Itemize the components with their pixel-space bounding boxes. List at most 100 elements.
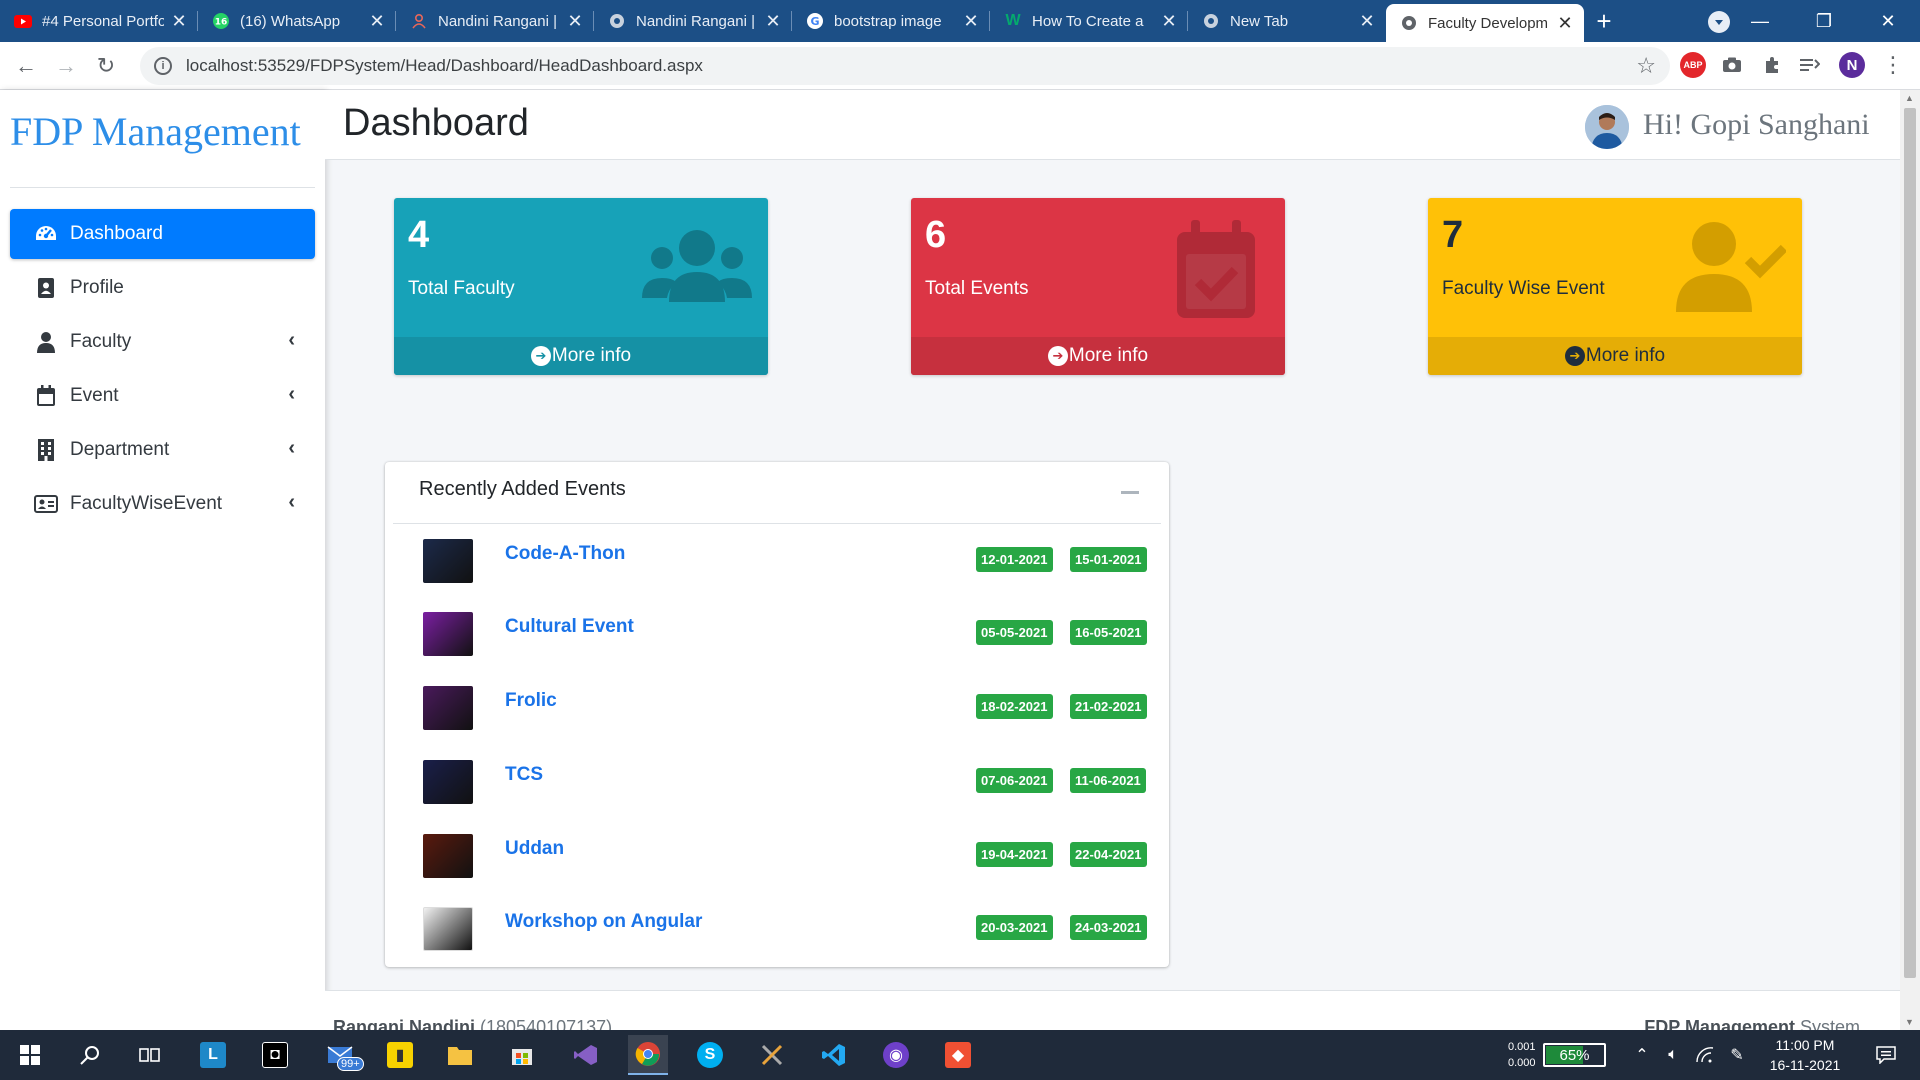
tools-icon[interactable] <box>752 1035 792 1075</box>
close-tab-icon[interactable]: ✕ <box>962 11 980 32</box>
scroll-up-icon[interactable]: ▲ <box>1905 93 1914 103</box>
browser-tab[interactable]: 16 (16) WhatsApp ✕ <box>198 0 396 42</box>
close-tab-icon[interactable]: ✕ <box>1556 13 1574 34</box>
browser-tab[interactable]: New Tab ✕ <box>1188 0 1386 42</box>
close-tab-icon[interactable]: ✕ <box>368 11 386 32</box>
profile-avatar[interactable]: N <box>1839 52 1865 78</box>
event-thumbnail <box>423 834 473 878</box>
close-tab-icon[interactable]: ✕ <box>566 11 584 32</box>
event-thumbnail <box>423 612 473 656</box>
sticky-notes-icon[interactable]: ▮ <box>380 1035 420 1075</box>
event-thumbnail <box>423 907 473 951</box>
end-date-badge: 24-03-2021 <box>1070 915 1147 940</box>
browser-menu-icon[interactable]: ⋮ <box>1880 52 1906 78</box>
sidebar-item-event[interactable]: Event ‹ <box>10 371 315 421</box>
stat-label: Faculty Wise Event <box>1442 278 1605 299</box>
tab-title: Nandini Rangani | <box>636 12 755 30</box>
browser-tab[interactable]: Nandini Rangani | ✕ <box>396 0 594 42</box>
end-date-badge: 21-02-2021 <box>1070 694 1147 719</box>
forward-icon[interactable]: → <box>46 46 86 86</box>
file-explorer-icon[interactable] <box>440 1035 480 1075</box>
mail-icon[interactable]: 99+ <box>322 1035 364 1075</box>
github-desktop-icon[interactable]: ◉ <box>876 1035 916 1075</box>
list-item: Workshop on Angular 20-03-2021 24-03-202… <box>385 907 1169 967</box>
adblock-icon[interactable]: ABP <box>1680 52 1706 78</box>
new-tab-button[interactable]: + <box>1584 0 1624 42</box>
event-name-link[interactable]: Cultural Event <box>505 616 634 638</box>
chevron-left-icon: ‹ <box>288 383 295 405</box>
reload-icon[interactable]: ↻ <box>86 46 126 86</box>
event-name-link[interactable]: TCS <box>505 764 543 786</box>
vscode-icon[interactable] <box>814 1035 854 1075</box>
google-icon: G <box>806 12 824 30</box>
user-greeting: Hi! Gopi Sanghani <box>1643 108 1870 141</box>
close-tab-icon[interactable]: ✕ <box>1358 11 1376 32</box>
chevron-left-icon: ‹ <box>288 491 295 513</box>
user-avatar[interactable] <box>1585 105 1629 149</box>
skype-icon[interactable]: S <box>690 1035 730 1075</box>
event-thumbnail <box>423 760 473 804</box>
event-name-link[interactable]: Workshop on Angular <box>505 911 702 933</box>
sidebar-item-faculty[interactable]: Faculty ‹ <box>10 317 315 367</box>
extensions-puzzle-icon[interactable] <box>1759 52 1785 78</box>
scroll-down-icon[interactable]: ▼ <box>1905 1017 1914 1027</box>
chevron-up-icon[interactable]: ⌃ <box>1630 1035 1654 1075</box>
notification-center-icon[interactable] <box>1866 1035 1906 1075</box>
git-icon[interactable]: ◆ <box>938 1035 978 1075</box>
page-scrollbar[interactable]: ▲ ▼ <box>1900 90 1920 1030</box>
brand-logo[interactable]: FDP Management <box>10 108 301 155</box>
start-date-badge: 20-03-2021 <box>976 915 1053 940</box>
tab-title: New Tab <box>1230 12 1289 30</box>
launcher-l-icon[interactable]: L <box>193 1035 233 1075</box>
chevron-left-icon: ‹ <box>288 437 295 459</box>
volume-icon[interactable]: 🔈︎ <box>1660 1035 1686 1075</box>
browser-tab[interactable]: W How To Create a ✕ <box>990 0 1188 42</box>
scrollbar-thumb[interactable] <box>1904 108 1916 978</box>
chrome-icon[interactable] <box>628 1035 668 1075</box>
close-tab-icon[interactable]: ✕ <box>764 11 782 32</box>
reading-list-icon[interactable] <box>1797 52 1823 78</box>
close-tab-icon[interactable]: ✕ <box>1160 11 1178 32</box>
bookmark-star-icon[interactable]: ☆ <box>1636 53 1656 79</box>
media-app-icon[interactable]: ◘ <box>255 1035 295 1075</box>
restore-icon[interactable]: ❐ <box>1792 11 1856 32</box>
visual-studio-icon[interactable] <box>566 1035 606 1075</box>
tab-search-icon[interactable] <box>1708 11 1730 33</box>
event-name-link[interactable]: Frolic <box>505 690 557 712</box>
store-icon[interactable] <box>502 1035 542 1075</box>
sidebar-item-facultywiseevent[interactable]: FacultyWiseEvent ‹ <box>10 479 315 529</box>
task-view-icon[interactable] <box>130 1035 170 1075</box>
browser-tab[interactable]: #4 Personal Portfo ✕ <box>0 0 198 42</box>
browser-tab-bar: #4 Personal Portfo ✕ 16 (16) WhatsApp ✕ … <box>0 0 1920 42</box>
browser-tab[interactable]: G bootstrap image ✕ <box>792 0 990 42</box>
user-check-icon <box>1676 220 1788 320</box>
sidebar-item-profile[interactable]: Profile <box>10 263 315 313</box>
event-name-link[interactable]: Uddan <box>505 838 564 860</box>
browser-tab-active[interactable]: Faculty Developm ✕ <box>1386 4 1584 42</box>
pen-icon[interactable]: ✎ <box>1724 1035 1750 1075</box>
close-tab-icon[interactable]: ✕ <box>170 11 188 32</box>
collapse-minus-icon[interactable] <box>1121 491 1139 494</box>
browser-toolbar: ← → ↻ i localhost:53529/FDPSystem/Head/D… <box>0 42 1920 90</box>
camera-icon[interactable] <box>1719 52 1745 78</box>
more-info-link[interactable]: ➔ More info <box>394 337 768 375</box>
wifi-icon[interactable] <box>1692 1035 1718 1075</box>
sidebar-item-department[interactable]: Department ‹ <box>10 425 315 475</box>
windows-start-icon[interactable] <box>10 1035 50 1075</box>
more-info-link[interactable]: ➔ More info <box>911 337 1285 375</box>
back-icon[interactable]: ← <box>6 46 46 86</box>
building-icon <box>34 438 58 462</box>
search-icon[interactable] <box>70 1035 110 1075</box>
minimize-icon[interactable]: — <box>1728 11 1792 32</box>
sidebar-item-dashboard[interactable]: Dashboard <box>10 209 315 259</box>
battery-indicator[interactable]: 65% <box>1543 1043 1606 1067</box>
more-info-link[interactable]: ➔ More info <box>1428 337 1802 375</box>
close-window-icon[interactable]: ✕ <box>1856 11 1920 32</box>
site-info-icon[interactable]: i <box>154 57 172 75</box>
address-bar[interactable]: i localhost:53529/FDPSystem/Head/Dashboa… <box>140 47 1670 85</box>
page-title: Dashboard <box>343 102 529 144</box>
system-clock[interactable]: 11:00 PM 16-11-2021 <box>1760 1035 1850 1075</box>
browser-tab[interactable]: Nandini Rangani | ✕ <box>594 0 792 42</box>
notification-badge: 99+ <box>337 1057 364 1071</box>
event-name-link[interactable]: Code-A-Thon <box>505 543 625 565</box>
